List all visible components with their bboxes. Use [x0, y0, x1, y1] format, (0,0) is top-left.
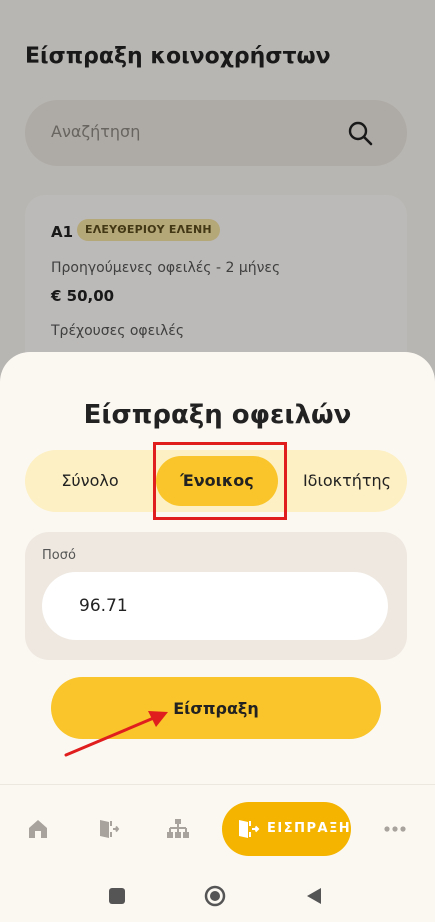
more-icon[interactable] [383, 817, 407, 841]
amount-label: Ποσό [42, 548, 76, 563]
highlight-annotation [153, 442, 287, 520]
home-button-icon[interactable] [204, 885, 226, 907]
sheet-title: Είσπραξη οφειλών [83, 400, 352, 430]
amount-input[interactable] [42, 572, 388, 640]
arrow-annotation [64, 711, 168, 757]
system-nav-bar [0, 870, 435, 922]
back-icon[interactable] [304, 886, 324, 906]
bottom-nav: ΕΙΣΠΡΑΞΗ [0, 784, 435, 870]
recents-icon[interactable] [107, 886, 127, 906]
door-exit-icon [239, 820, 260, 838]
amount-field-group: Ποσό [25, 532, 407, 660]
collect-nav-button[interactable]: ΕΙΣΠΡΑΞΗ [222, 802, 351, 856]
home-icon[interactable] [26, 817, 50, 841]
collect-nav-label: ΕΙΣΠΡΑΞΗ [267, 821, 352, 836]
segment-total[interactable]: Σύνολο [25, 450, 155, 512]
segment-owner[interactable]: Ιδιοκτήτης [287, 450, 407, 512]
hierarchy-icon[interactable] [166, 817, 190, 841]
door-exit-icon[interactable] [96, 817, 120, 841]
